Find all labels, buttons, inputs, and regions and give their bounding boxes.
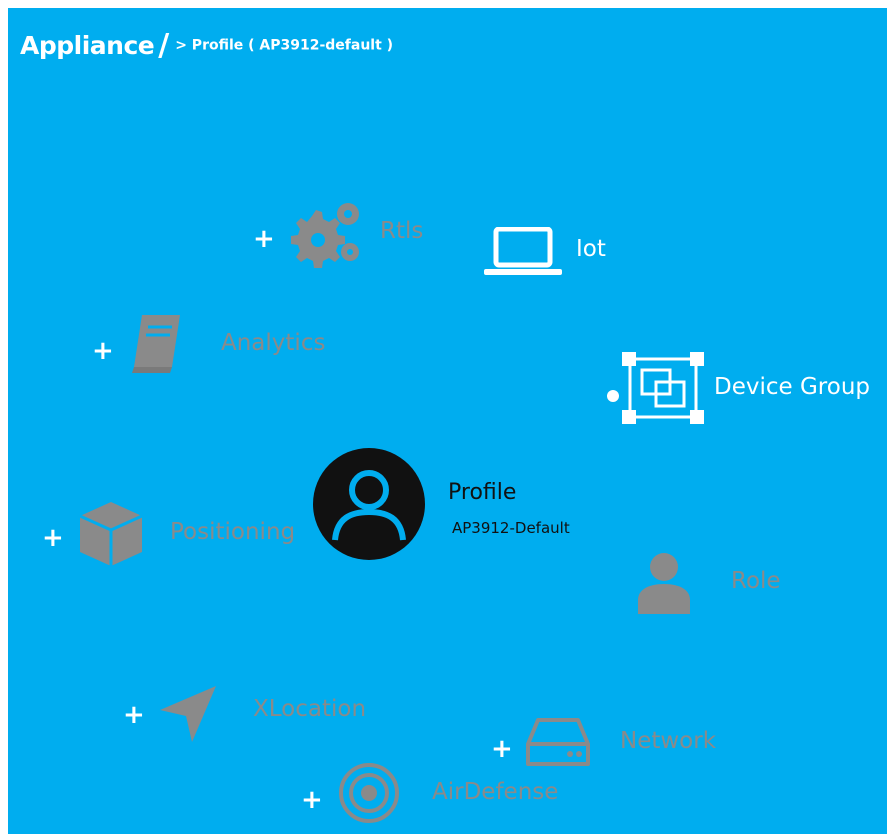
role-node[interactable]: [638, 552, 690, 614]
rtls-label[interactable]: Rtls: [380, 218, 423, 244]
network-node[interactable]: [526, 716, 590, 768]
profile-graph-canvas: Appliance / > Profile ( AP3912-default ) +…: [8, 8, 887, 834]
target-icon: [339, 763, 399, 823]
profile-title: Profile: [448, 480, 517, 505]
airdefense-node[interactable]: [338, 762, 400, 824]
profile-center-node[interactable]: [313, 448, 425, 560]
gears-icon: [291, 203, 359, 268]
device-group-label[interactable]: Device Group: [714, 374, 870, 400]
profile-subtitle: AP3912-Default: [452, 519, 570, 537]
airdefense-expand-button[interactable]: +: [301, 787, 323, 813]
device-group-node[interactable]: [622, 352, 704, 424]
network-expand-button[interactable]: +: [491, 736, 513, 762]
role-label[interactable]: Role: [731, 568, 781, 594]
xlocation-expand-button[interactable]: +: [123, 702, 145, 728]
breadcrumb-root[interactable]: Appliance: [20, 31, 155, 60]
device-group-icon: [622, 352, 704, 424]
hard-drive-icon: [526, 718, 590, 766]
person-icon: [638, 553, 690, 614]
network-label[interactable]: Network: [620, 728, 716, 754]
breadcrumb: Appliance / > Profile ( AP3912-default ): [20, 28, 393, 63]
device-group-connector-dot: [607, 390, 619, 402]
analytics-node[interactable]: [128, 311, 188, 373]
rtls-expand-button[interactable]: +: [253, 226, 275, 252]
positioning-label[interactable]: Positioning: [170, 519, 295, 545]
navigation-arrow-icon: [160, 686, 216, 742]
laptop-icon: [484, 227, 562, 275]
analytics-label[interactable]: Analytics: [221, 330, 325, 356]
breadcrumb-separator: /: [158, 28, 170, 63]
cube-icon: [79, 502, 143, 566]
airdefense-label[interactable]: AirDefense: [432, 779, 558, 805]
rtls-node[interactable]: [288, 200, 368, 268]
iot-label[interactable]: Iot: [576, 236, 606, 262]
book-icon: [132, 315, 180, 373]
user-circle-icon: [313, 448, 425, 560]
positioning-node[interactable]: [78, 500, 144, 568]
analytics-expand-button[interactable]: +: [92, 338, 114, 364]
xlocation-label[interactable]: XLocation: [253, 696, 366, 722]
xlocation-node[interactable]: [158, 684, 218, 744]
positioning-expand-button[interactable]: +: [42, 525, 64, 551]
iot-node[interactable]: [484, 227, 564, 277]
breadcrumb-current: > Profile ( AP3912-default ): [175, 37, 394, 54]
